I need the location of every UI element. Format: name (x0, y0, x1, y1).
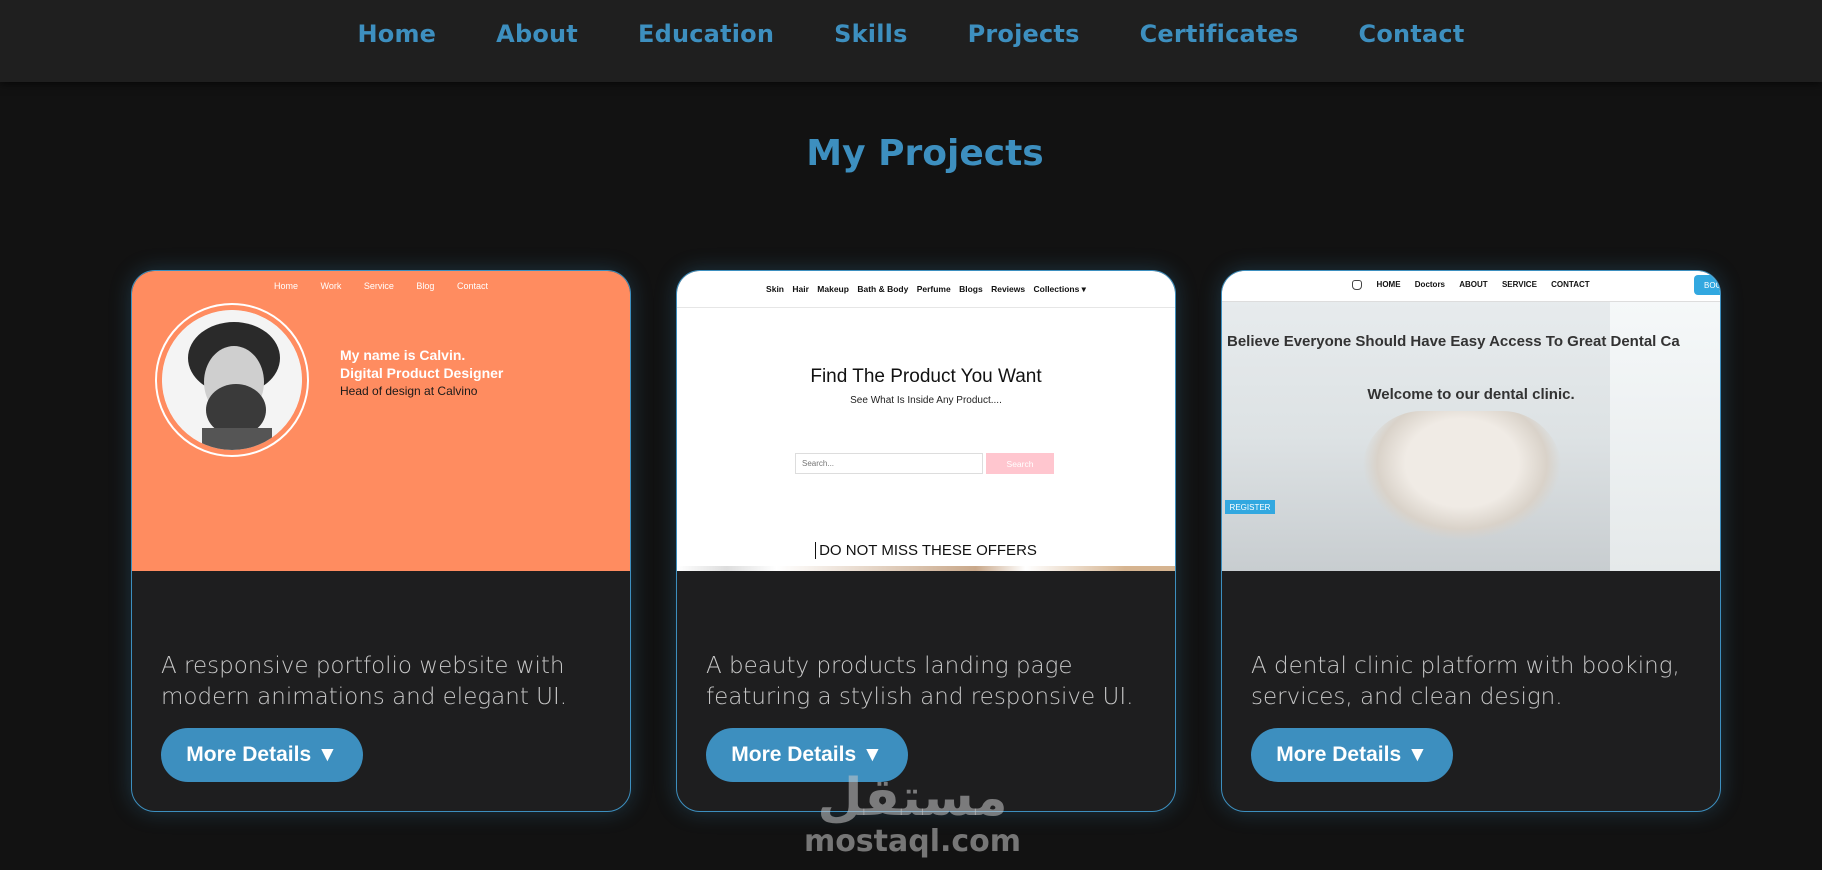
tooth-icon (1352, 280, 1363, 290)
dental-chair-icon (1362, 411, 1562, 541)
preview-book-button: BOO (1694, 275, 1720, 295)
preview-nav-item: HOME (1376, 280, 1401, 290)
watermark-latin: mostaql.com (803, 824, 1022, 859)
preview-welcome: Welcome to our dental clinic. (1367, 386, 1575, 403)
offers-text: DO NOT MISS THESE OFFERS (819, 542, 1037, 559)
hero-name-line: My name is Calvin. (340, 347, 466, 363)
preview-nav-item: CONTACT (1551, 280, 1590, 290)
preview-subheading: See What Is Inside Any Product.... (850, 395, 1002, 406)
preview-product-strip (677, 566, 1175, 571)
project-description: A responsive portfolio website with mode… (161, 653, 568, 710)
preview-register-button: REGISTER (1225, 500, 1275, 514)
nav-home[interactable]: Home (358, 20, 437, 48)
project-preview-image[interactable]: HOME Doctors ABOUT SERVICE CONTACT BOO B… (1222, 271, 1720, 571)
nav-certificates[interactable]: Certificates (1140, 20, 1299, 48)
preview-nav-item: Makeup (817, 284, 849, 294)
preview-nav-item: Home (274, 281, 299, 291)
preview-offers-heading: DO NOT MISS THESE OFFERS (677, 542, 1175, 559)
hero-role-line: Digital Product Designer (340, 365, 504, 381)
preview-headline: Believe Everyone Should Have Easy Access… (1227, 333, 1680, 350)
project-preview-image[interactable]: Skin Hair Makeup Bath & Body Perfume Blo… (677, 271, 1175, 571)
nav-projects[interactable]: Projects (968, 20, 1080, 48)
avatar (162, 310, 302, 450)
preview-nav-item: Hair (792, 284, 809, 294)
preview-nav-item: Collections ▾ (1033, 284, 1086, 294)
preview-nav-item: SERVICE (1501, 280, 1537, 290)
portrait-icon (162, 310, 302, 450)
top-navigation: Home About Education Skills Projects Cer… (0, 0, 1822, 82)
more-details-button[interactable]: More Details ▼ (1251, 728, 1453, 782)
preview-hero-name: My name is Calvin. Digital Product Desig… (340, 346, 503, 382)
project-card-beauty: Skin Hair Makeup Bath & Body Perfume Blo… (676, 270, 1176, 812)
preview-nav-item: Service (363, 281, 394, 291)
preview-nav-item: Contact (456, 281, 488, 291)
project-description: A beauty products landing page featuring… (706, 653, 1134, 710)
preview-nav: Skin Hair Makeup Bath & Body Perfume Blo… (677, 284, 1175, 295)
preview-search-button: Search (986, 453, 1054, 474)
project-description: A dental clinic platform with booking, s… (1251, 653, 1680, 710)
project-card-portfolio: Home Work Service Blog Contact My name i… (131, 270, 631, 812)
preview-nav-item: Reviews (991, 284, 1026, 294)
preview-nav-item: Doctors (1414, 280, 1446, 290)
preview-hero-subtitle: Head of design at Calvino (340, 384, 478, 398)
preview-nav-item: Work (320, 281, 342, 291)
preview-divider (677, 307, 1175, 308)
watermark-arabic: مستقل (817, 768, 1008, 828)
preview-nav-item: Skin (766, 284, 784, 294)
projects-title: My Projects (806, 133, 1044, 174)
preview-nav-item: Blog (416, 281, 435, 291)
more-details-button[interactable]: More Details ▼ (161, 728, 363, 782)
preview-heading: Find The Product You Want (810, 366, 1042, 387)
watermark-logo: مستقل mostaql.com (800, 772, 1025, 859)
nav-list: Home About Education Skills Projects Cer… (328, 20, 1495, 48)
preview-nav-item: Perfume (916, 284, 951, 294)
nav-education[interactable]: Education (638, 20, 774, 48)
nav-skills[interactable]: Skills (834, 20, 907, 48)
project-preview-image[interactable]: Home Work Service Blog Contact My name i… (132, 271, 630, 571)
preview-nav: HOME Doctors ABOUT SERVICE CONTACT (1222, 280, 1720, 290)
preview-nav-item: Bath & Body (857, 284, 909, 294)
preview-search-input (795, 453, 983, 474)
preview-nav: Home Work Service Blog Contact (132, 281, 630, 291)
project-card-dental: HOME Doctors ABOUT SERVICE CONTACT BOO B… (1221, 270, 1721, 812)
nav-about[interactable]: About (496, 20, 578, 48)
preview-nav-item: ABOUT (1459, 280, 1488, 290)
preview-nav-item: Blogs (959, 284, 983, 294)
nav-contact[interactable]: Contact (1359, 20, 1465, 48)
